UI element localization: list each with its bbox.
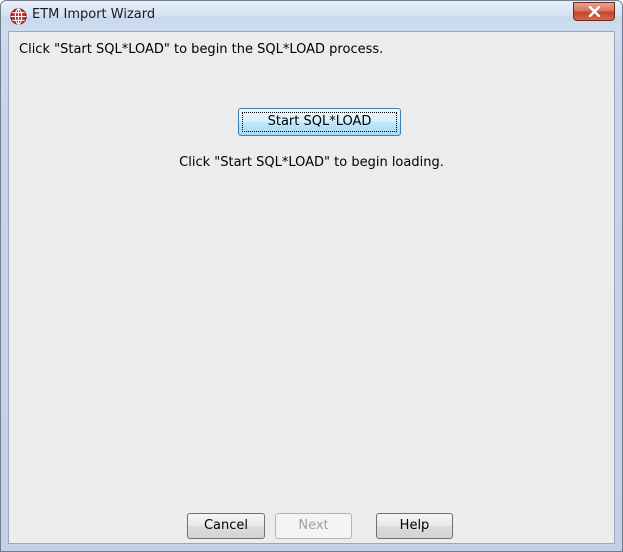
help-button[interactable]: Help — [376, 513, 453, 539]
globe-icon — [10, 8, 27, 25]
import-wizard-window: ETM Import Wizard Click "Start SQL*LOAD"… — [0, 0, 623, 552]
next-button[interactable]: Next — [275, 513, 352, 539]
title-bar[interactable]: ETM Import Wizard — [1, 1, 622, 31]
cancel-button[interactable]: Cancel — [187, 513, 265, 539]
status-text: Click "Start SQL*LOAD" to begin loading. — [179, 155, 444, 170]
wizard-content-panel: Click "Start SQL*LOAD" to begin the SQL*… — [8, 31, 615, 544]
close-button[interactable] — [573, 2, 615, 21]
start-sqlload-button[interactable]: Start SQL*LOAD — [238, 108, 401, 136]
window-title: ETM Import Wizard — [32, 7, 156, 22]
footer-button-bar: Cancel Next Help — [9, 513, 614, 539]
instruction-text: Click "Start SQL*LOAD" to begin the SQL*… — [19, 42, 384, 57]
start-sqlload-label: Start SQL*LOAD — [267, 114, 372, 129]
close-icon — [588, 6, 601, 17]
